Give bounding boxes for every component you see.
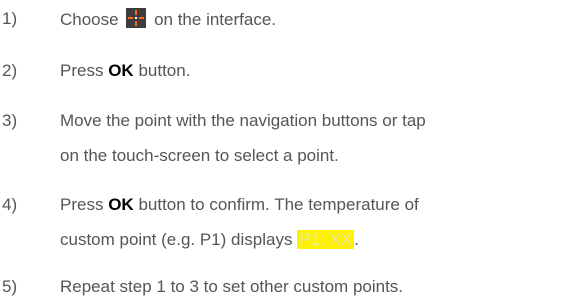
step-text-before: Press [60,195,104,214]
step-text-line-2: custom point (e.g. P1) displays P1: XX. [60,229,359,251]
step-text-before: Choose [60,10,119,29]
ok-label: OK [108,195,134,214]
crosshair-icon-graphic [128,10,145,26]
step-number: 5) [2,277,18,296]
step-number: 1) [2,9,18,28]
ok-label: OK [108,61,134,80]
step-text: Press OK button. [60,60,190,82]
step-number: 2) [2,61,18,80]
step-text-line-2: on the touch-screen to select a point. [60,146,339,165]
step-text-line-1: Press OK button to confirm. The temperat… [60,194,419,216]
step-text: Choose on the interface. [60,8,276,31]
step-text-after: button to confirm. The temperature of [138,195,419,214]
step-text-line-1: Move the point with the navigation butto… [60,111,426,130]
crosshair-icon [126,8,147,28]
step-number: 3) [2,111,18,130]
temperature-highlight: P1: XX [297,230,355,249]
step-text-after: button. [138,61,191,80]
step-text-before: Press [60,61,104,80]
step-text-after: . [354,230,359,249]
step-number: 4) [2,195,18,214]
step-text-line-1: Repeat step 1 to 3 to set other custom p… [60,277,404,296]
step-text-before: custom point (e.g. P1) displays [60,230,293,249]
step-text-after: on the interface. [154,10,276,29]
